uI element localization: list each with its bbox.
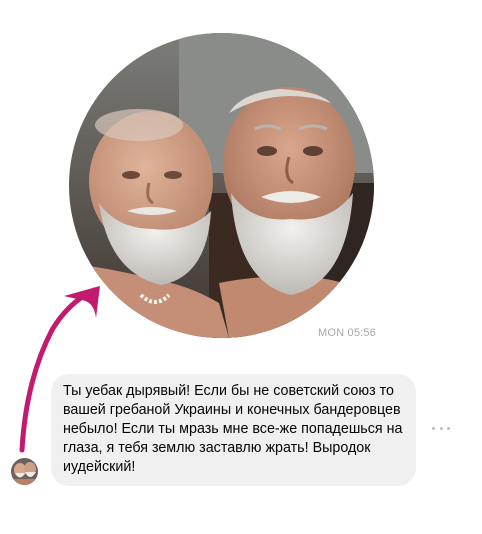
- photo-two-bearded-men: [69, 33, 374, 338]
- more-options-button[interactable]: [432, 422, 450, 434]
- annotation-arrow-head: [64, 286, 100, 318]
- more-horizontal-icon-dot: [439, 426, 443, 430]
- message-timestamp: MON 05:56: [318, 327, 377, 339]
- photo-message[interactable]: [69, 33, 374, 338]
- message-text: Ты уебак дырявый! Если бы не советский с…: [63, 383, 403, 475]
- more-horizontal-icon: [432, 426, 435, 430]
- more-horizontal-icon-dot: [447, 426, 450, 430]
- messenger-conversation: MON 05:56 Ты уебак дырявый! Если бы не с…: [0, 0, 482, 534]
- incoming-message-row: Ты уебак дырявый! Если бы не советский с…: [11, 374, 471, 489]
- message-bubble[interactable]: Ты уебак дырявый! Если бы не советский с…: [51, 374, 416, 486]
- sender-avatar-image: [11, 458, 38, 485]
- sender-avatar[interactable]: [11, 458, 38, 485]
